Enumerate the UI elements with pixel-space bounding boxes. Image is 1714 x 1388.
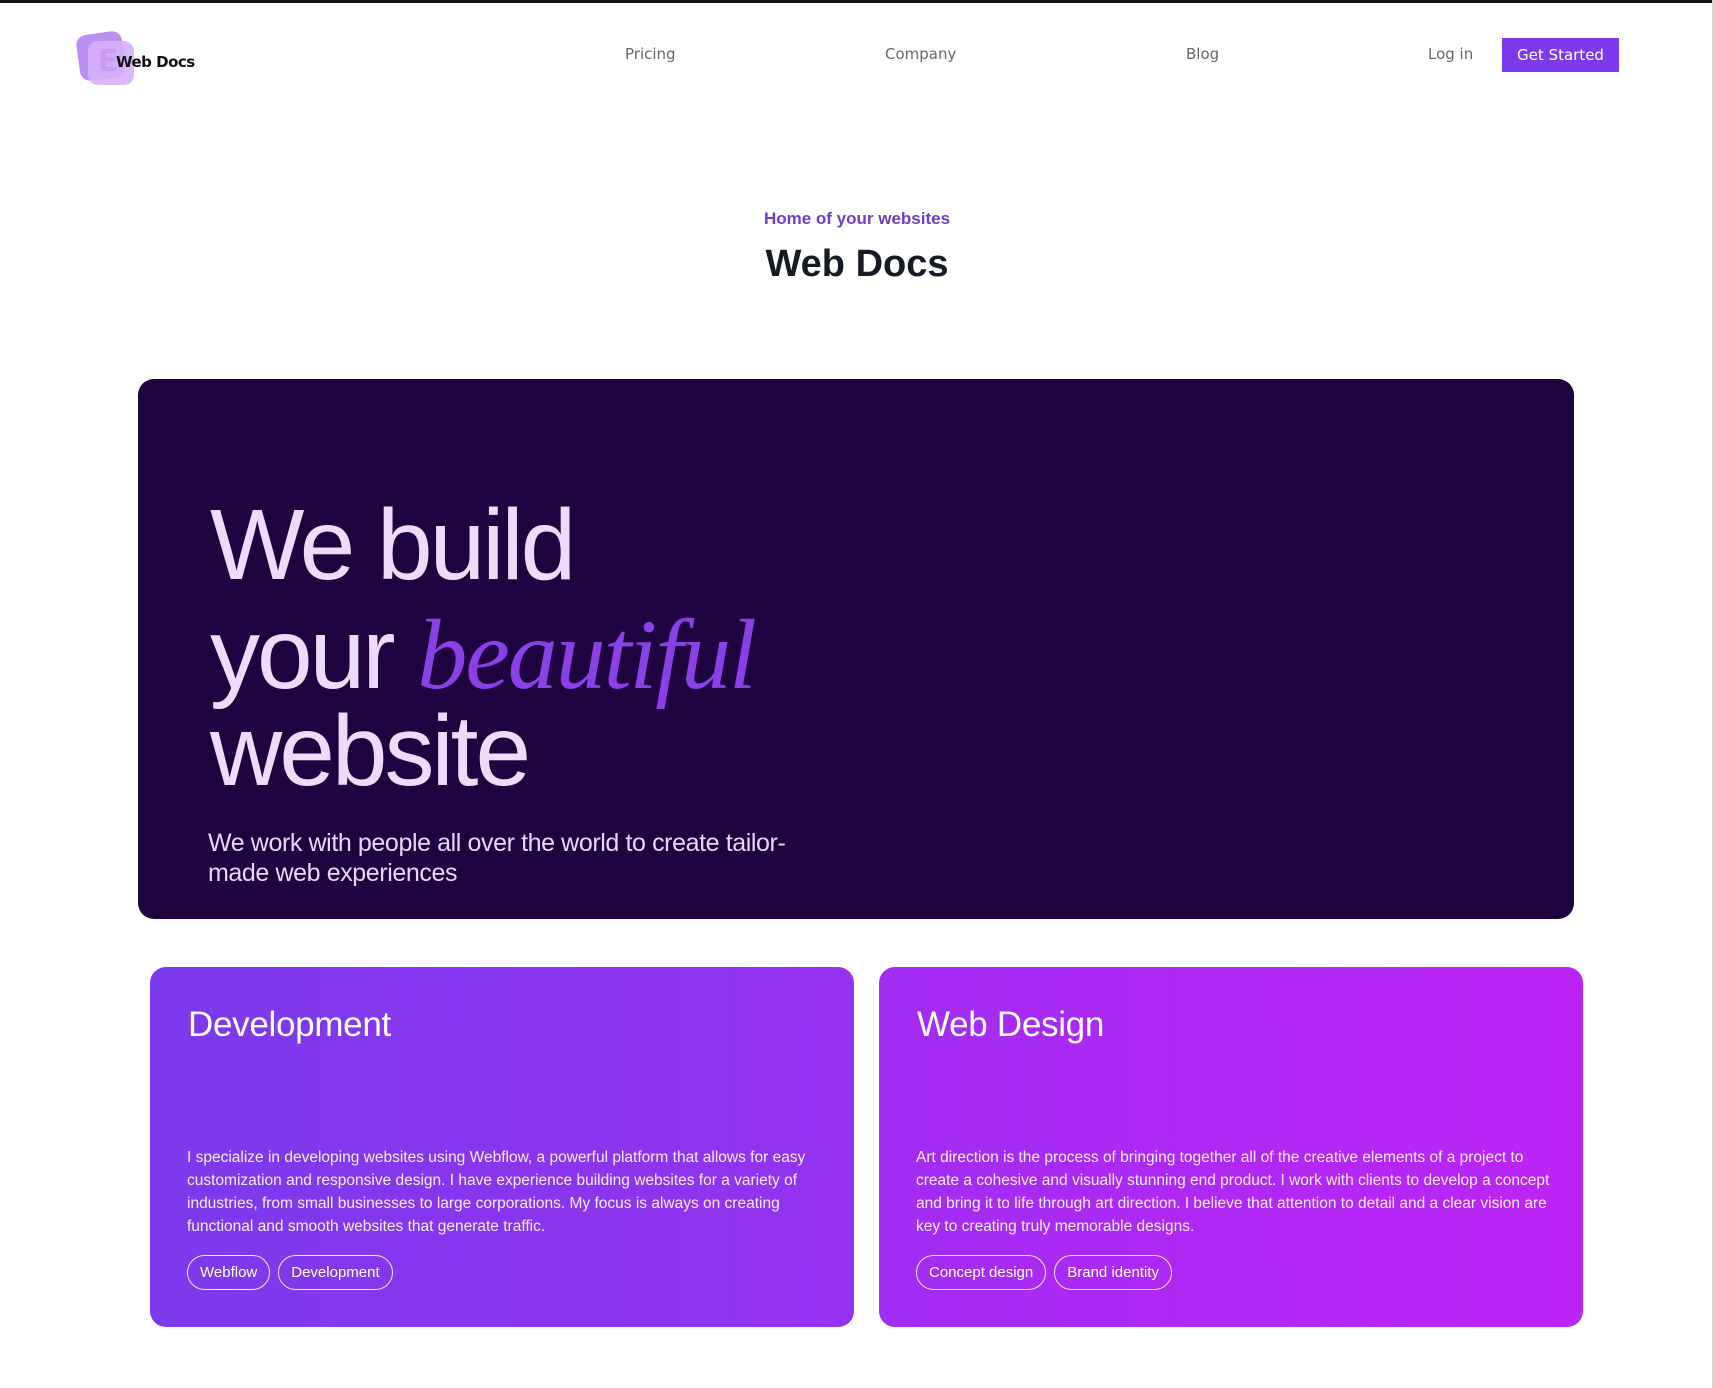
nav-company[interactable]: Company: [885, 45, 956, 63]
eyebrow-text: Home of your websites: [763, 209, 951, 228]
nav-pricing[interactable]: Pricing: [625, 45, 676, 63]
tag-concept-design[interactable]: Concept design: [916, 1255, 1047, 1290]
tag-brand-identity[interactable]: Brand identity: [1054, 1255, 1172, 1290]
nav-blog[interactable]: Blog: [1186, 45, 1219, 63]
hero-heading-accent: beautiful: [417, 599, 757, 710]
card-description: Art direction is the process of bringing…: [916, 1149, 1550, 1235]
page-title: Web Docs: [765, 243, 949, 285]
service-card-web-design: Web Design Art direction is the process …: [879, 967, 1583, 1327]
tag-list: Concept design Brand identity: [916, 1255, 1172, 1290]
get-started-button[interactable]: Get Started: [1502, 38, 1619, 72]
hero-heading-line-3: website: [210, 695, 531, 807]
site-header: E Web Docs Pricing Company Blog Log in G…: [0, 3, 1714, 103]
hero-banner: We build your beautiful website We work …: [138, 379, 1574, 919]
tag-webflow[interactable]: Webflow: [187, 1255, 271, 1290]
tag-list: Webflow Development: [187, 1255, 393, 1290]
login-link[interactable]: Log in: [1428, 45, 1473, 63]
hero-subtitle: We work with people all over the world t…: [208, 829, 786, 887]
logo-text: Web Docs: [116, 53, 195, 71]
logo-link[interactable]: E Web Docs: [75, 29, 206, 89]
hero-heading-plain: your: [210, 598, 396, 710]
tag-development[interactable]: Development: [278, 1255, 393, 1290]
card-description: I specialize in developing websites usin…: [187, 1149, 806, 1235]
card-title: Web Design: [917, 1005, 1105, 1044]
card-title: Development: [188, 1005, 391, 1044]
service-card-development: Development I specialize in developing w…: [150, 967, 854, 1327]
hero-heading-line-1: We build: [210, 489, 576, 601]
